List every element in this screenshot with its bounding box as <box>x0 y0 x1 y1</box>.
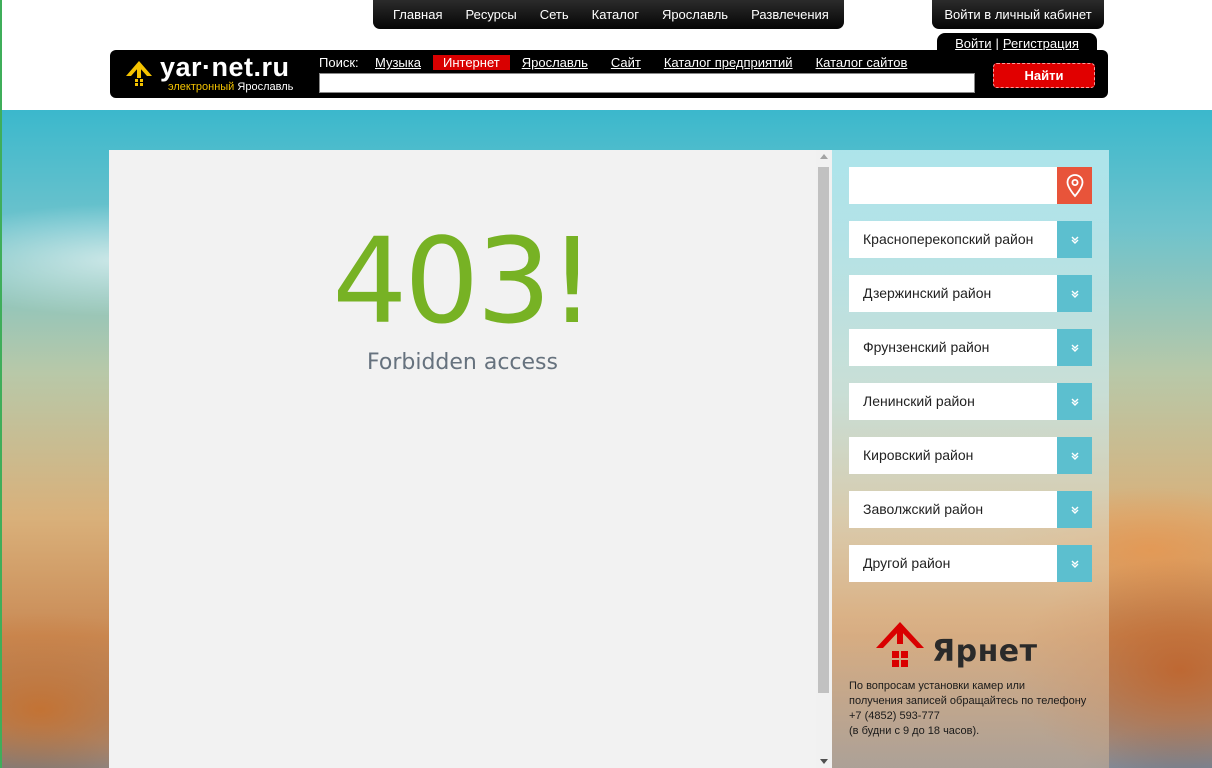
district-toggle[interactable] <box>1057 329 1092 366</box>
district-select-frunzensky[interactable]: Фрунзенский район <box>849 329 1092 366</box>
search-categories: Музыка Интернет Ярославль Сайт Каталог п… <box>375 55 930 70</box>
nav-link-catalog[interactable]: Каталог <box>592 7 639 22</box>
district-label: Кировский район <box>863 447 974 463</box>
double-chevron-down-icon <box>1071 236 1078 244</box>
top-navigation: Главная Ресурсы Сеть Каталог Ярославль Р… <box>373 0 844 29</box>
search-category-music[interactable]: Музыка <box>375 55 421 70</box>
logo-tagline-accent: электронный <box>168 81 235 93</box>
double-chevron-down-icon <box>1071 290 1078 298</box>
scroll-up-arrow-icon[interactable] <box>820 154 828 159</box>
search-label: Поиск: <box>319 55 359 70</box>
double-chevron-down-icon <box>1071 560 1078 568</box>
locate-button[interactable] <box>1057 167 1092 204</box>
district-select-kirovsky[interactable]: Кировский район <box>849 437 1092 474</box>
error-code: 403! <box>332 212 596 350</box>
camera-sidebar: Красноперекопский район Дзержинский райо… <box>832 150 1109 768</box>
contact-phone: +7 (4852) 593-777 <box>849 710 940 722</box>
scrollbar-thumb[interactable] <box>818 167 829 693</box>
district-select-dzerzhinsky[interactable]: Дзержинский район <box>849 275 1092 312</box>
site-logo[interactable]: yar·net.ru электронный Ярославль <box>120 52 310 96</box>
nav-link-network[interactable]: Сеть <box>540 7 569 22</box>
double-chevron-down-icon <box>1071 506 1078 514</box>
scrollbar[interactable] <box>816 150 832 768</box>
district-select-krasnoperekopsky[interactable]: Красноперекопский район <box>849 221 1092 258</box>
search-input[interactable] <box>319 73 975 93</box>
logo-tagline-rest: Ярославль <box>237 81 294 93</box>
logo-name: yar·net.ru <box>160 52 290 82</box>
district-label: Заволжский район <box>863 501 984 517</box>
scroll-down-arrow-icon[interactable] <box>820 759 828 764</box>
district-select-other[interactable]: Другой район <box>849 545 1092 582</box>
nav-link-main[interactable]: Главная <box>393 7 442 22</box>
personal-cabinet-button[interactable]: Войти в личный кабинет <box>932 0 1104 29</box>
search-category-companies[interactable]: Каталог предприятий <box>664 55 793 70</box>
contact-info: По вопросам установки камер или получени… <box>849 679 1111 739</box>
yarnet-brand-name: Ярнет <box>932 634 1038 669</box>
district-select-leninsky[interactable]: Ленинский район <box>849 383 1092 420</box>
nav-link-yaroslavl[interactable]: Ярославль <box>662 7 728 22</box>
yar-net-logo-icon <box>126 61 152 86</box>
double-chevron-down-icon <box>1071 344 1078 352</box>
district-label: Дзержинский район <box>863 285 992 301</box>
district-label: Ленинский район <box>863 393 975 409</box>
district-toggle[interactable] <box>1057 275 1092 312</box>
error-message: Forbidden access <box>367 350 558 375</box>
search-category-site[interactable]: Сайт <box>611 55 641 70</box>
district-toggle[interactable] <box>1057 491 1092 528</box>
search-category-sites[interactable]: Каталог сайтов <box>816 55 908 70</box>
search-button[interactable]: Найти <box>993 63 1095 88</box>
double-chevron-down-icon <box>1071 398 1078 406</box>
site-header: yar·net.ru электронный Ярославль Поиск: … <box>110 50 1108 98</box>
search-category-yaroslavl[interactable]: Ярославль <box>522 55 588 70</box>
district-toggle[interactable] <box>1057 383 1092 420</box>
district-label: Другой район <box>863 555 951 571</box>
register-link[interactable]: Регистрация <box>1003 36 1079 51</box>
page-edge <box>0 0 2 768</box>
district-label: Красноперекопский район <box>863 231 1034 247</box>
contact-hours: (в будни с 9 до 18 часов). <box>849 725 980 737</box>
search-category-internet[interactable]: Интернет <box>432 55 510 70</box>
logo-tagline: электронный Ярославль <box>168 81 293 93</box>
district-label: Фрунзенский район <box>863 339 990 355</box>
yarnet-brand-logo: Ярнет <box>874 618 1054 674</box>
district-toggle[interactable] <box>1057 221 1092 258</box>
contact-line: получения записей обращайтесь по телефон… <box>849 695 1087 707</box>
district-select-zavolzhsky[interactable]: Заволжский район <box>849 491 1092 528</box>
contact-line: По вопросам установки камер или <box>849 680 1026 692</box>
auth-separator: | <box>995 35 999 51</box>
double-chevron-down-icon <box>1071 452 1078 460</box>
address-input[interactable] <box>849 167 1057 204</box>
map-pin-icon <box>1066 173 1083 197</box>
nav-link-resources[interactable]: Ресурсы <box>465 7 516 22</box>
login-link[interactable]: Войти <box>955 36 991 51</box>
nav-link-entertainment[interactable]: Развлечения <box>751 7 829 22</box>
error-panel: 403! Forbidden access <box>109 150 816 768</box>
yarnet-house-icon <box>876 622 924 667</box>
district-toggle[interactable] <box>1057 545 1092 582</box>
district-toggle[interactable] <box>1057 437 1092 474</box>
